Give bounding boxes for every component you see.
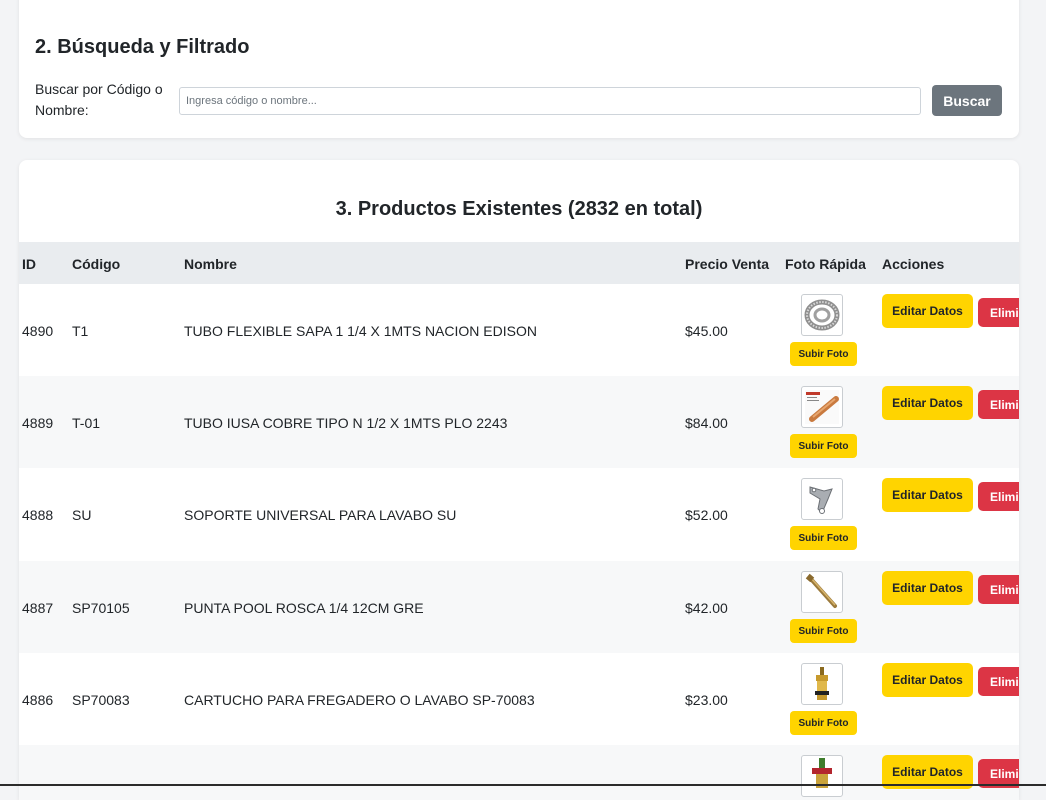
table-row: 4890 T1 TUBO FLEXIBLE SAPA 1 1/4 X 1MTS … (19, 284, 1019, 376)
table-row: 4888 SU SOPORTE UNIVERSAL PARA LAVABO SU… (19, 468, 1019, 560)
copper-pipe-photo[interactable] (801, 386, 843, 428)
upload-photo-button[interactable]: Subir Foto (790, 526, 857, 550)
column-header-photo: Foto Rápida (785, 256, 866, 272)
product-price: $45.00 (685, 323, 728, 339)
products-card: 3. Productos Existentes (2832 en total) … (19, 160, 1019, 800)
search-label: Buscar por Código o Nombre: (35, 81, 163, 118)
search-card: 2. Búsqueda y Filtrado Buscar por Código… (19, 0, 1019, 138)
column-header-name: Nombre (184, 256, 237, 272)
table-row: 4886 SP70083 CARTUCHO PARA FREGADERO O L… (19, 653, 1019, 745)
column-header-code: Código (72, 256, 121, 272)
product-price: $23.00 (685, 692, 728, 708)
product-id: 4888 (22, 507, 54, 523)
table-row: Editar Datos Eliminar (19, 745, 1019, 800)
table-row: 4887 SP70105 PUNTA POOL ROSCA 1/4 12CM G… (19, 561, 1019, 653)
table-header: ID Código Nombre Precio Venta Foto Rápid… (19, 242, 1019, 285)
delete-button[interactable]: Eliminar (978, 298, 1019, 327)
delete-button[interactable]: Eliminar (978, 575, 1019, 604)
products-section-title: 3. Productos Existentes (2832 en total) (335, 198, 703, 220)
product-price: $42.00 (685, 600, 728, 616)
edit-button[interactable]: Editar Datos (882, 386, 973, 420)
delete-button[interactable]: Eliminar (978, 390, 1019, 419)
product-name: TUBO FLEXIBLE SAPA 1 1/4 X 1MTS NACION E… (184, 323, 537, 339)
product-code: SU (72, 507, 92, 523)
column-header-id: ID (22, 256, 36, 272)
edit-button[interactable]: Editar Datos (882, 571, 973, 605)
product-code: SP70105 (72, 600, 130, 616)
product-code: T1 (72, 323, 89, 339)
search-button[interactable]: Buscar (932, 85, 1002, 116)
product-id: 4887 (22, 600, 54, 616)
search-section-title: 2. Búsqueda y Filtrado (35, 36, 250, 58)
upload-photo-button[interactable]: Subir Foto (790, 619, 857, 643)
product-price: $84.00 (685, 415, 728, 431)
cartridge-photo[interactable] (801, 663, 843, 705)
search-input[interactable] (179, 87, 921, 115)
table-row: 4889 T-01 TUBO IUSA COBRE TIPO N 1/2 X 1… (19, 376, 1019, 468)
product-name: TUBO IUSA COBRE TIPO N 1/2 X 1MTS PLO 22… (184, 415, 508, 431)
column-header-price: Precio Venta (685, 256, 770, 272)
delete-button[interactable]: Eliminar (978, 667, 1019, 696)
product-price: $52.00 (685, 507, 728, 523)
edit-button[interactable]: Editar Datos (882, 663, 973, 697)
brass-rod-photo[interactable] (801, 571, 843, 613)
product-name: CARTUCHO PARA FREGADERO O LAVABO SP-7008… (184, 692, 535, 708)
product-code: T-01 (72, 415, 101, 431)
edit-button[interactable]: Editar Datos (882, 478, 973, 512)
edit-button[interactable]: Editar Datos (882, 294, 973, 328)
delete-button[interactable]: Eliminar (978, 482, 1019, 511)
column-header-actions: Acciones (882, 256, 945, 272)
flexible-hose-photo[interactable] (801, 294, 843, 336)
product-id: 4886 (22, 692, 54, 708)
valve-photo[interactable] (801, 755, 843, 797)
product-id: 4889 (22, 415, 54, 431)
product-id: 4890 (22, 323, 54, 339)
product-name: SOPORTE UNIVERSAL PARA LAVABO SU (184, 507, 457, 523)
product-name: PUNTA POOL ROSCA 1/4 12CM GRE (184, 600, 424, 616)
upload-photo-button[interactable]: Subir Foto (790, 711, 857, 735)
upload-photo-button[interactable]: Subir Foto (790, 434, 857, 458)
product-code: SP70083 (72, 692, 130, 708)
sink-bracket-photo[interactable] (801, 478, 843, 520)
upload-photo-button[interactable]: Subir Foto (790, 342, 857, 366)
